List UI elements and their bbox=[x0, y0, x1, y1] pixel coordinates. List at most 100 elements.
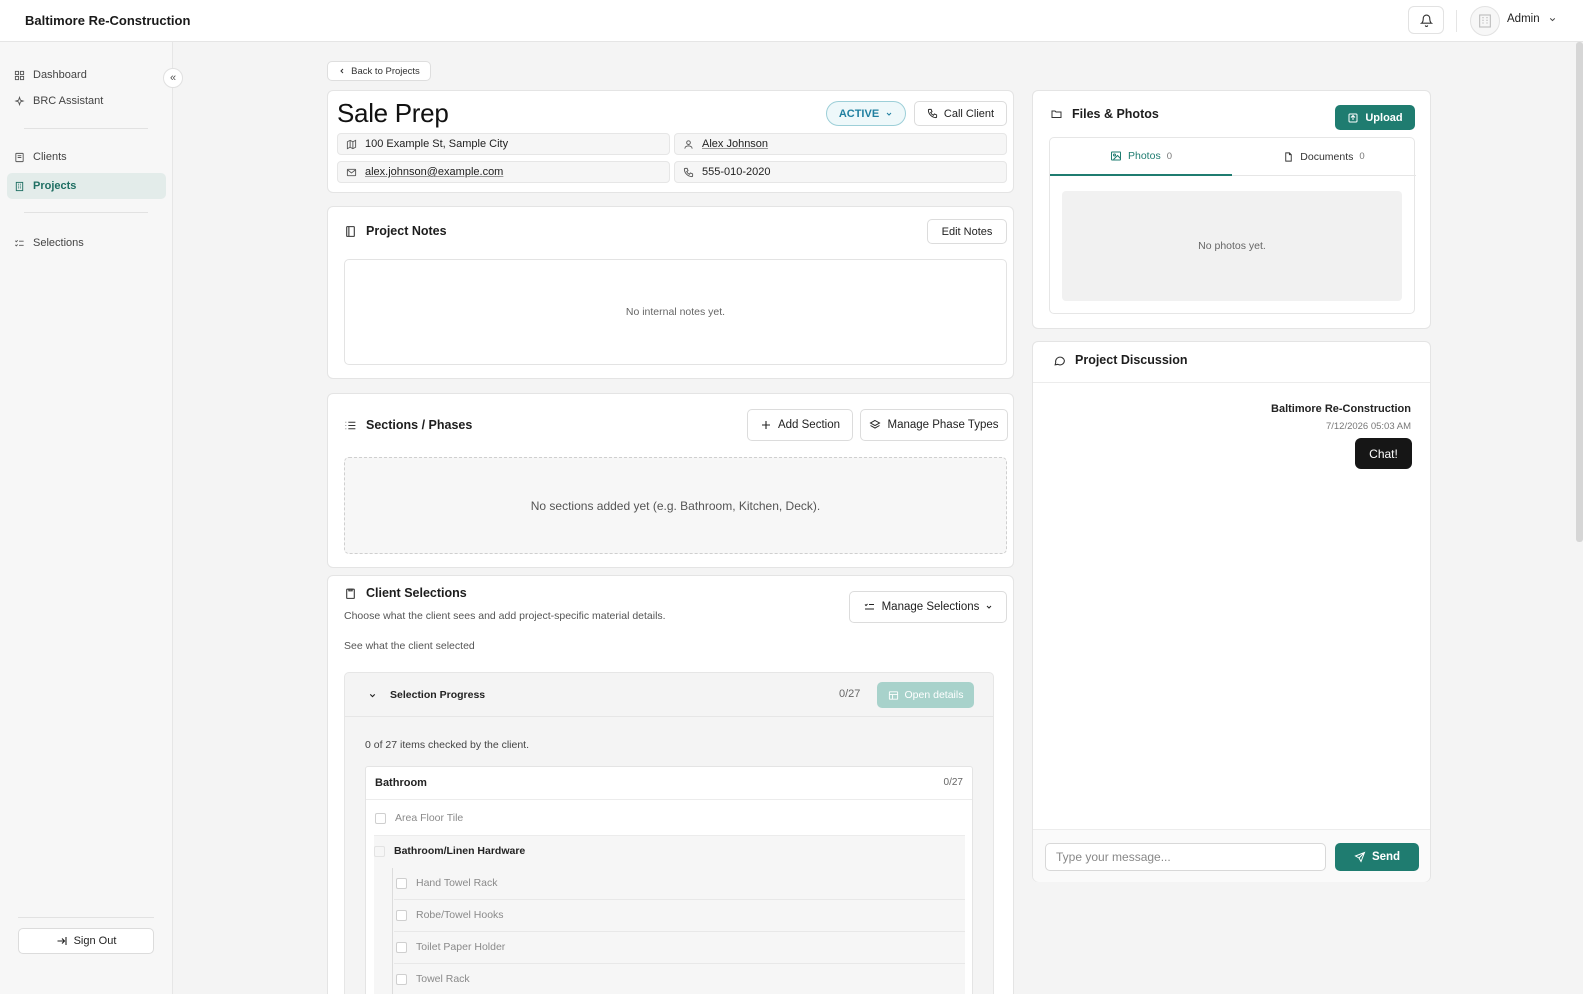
send-button[interactable]: Send bbox=[1335, 843, 1419, 871]
sidebar-item-projects[interactable]: Projects bbox=[7, 173, 166, 199]
tab-photos[interactable]: Photos 0 bbox=[1050, 138, 1232, 176]
phone-icon bbox=[927, 108, 938, 119]
scrollbar[interactable] bbox=[1576, 42, 1583, 542]
edit-notes-label: Edit Notes bbox=[941, 225, 993, 238]
upload-button[interactable]: Upload bbox=[1335, 105, 1415, 130]
checkbox[interactable] bbox=[374, 845, 385, 857]
message-input[interactable] bbox=[1045, 843, 1326, 871]
checkbox[interactable] bbox=[396, 973, 407, 985]
upload-icon bbox=[1348, 113, 1358, 122]
list-item[interactable]: Toilet Paper Holder bbox=[396, 941, 505, 953]
sidebar-item-brc-assistant[interactable]: BRC Assistant bbox=[7, 88, 166, 114]
selection-progress-header[interactable]: Selection Progress 0/27 Open details bbox=[345, 673, 993, 717]
chat-bubble: Chat! bbox=[1355, 438, 1412, 469]
chevron-left-icon bbox=[340, 68, 344, 74]
notebook-icon bbox=[346, 225, 355, 237]
checkbox[interactable] bbox=[396, 941, 407, 953]
sidebar-item-label: Selections bbox=[33, 237, 84, 249]
email-link[interactable]: alex.johnson@example.com bbox=[365, 166, 503, 178]
add-section-button[interactable]: Add Section bbox=[747, 409, 853, 441]
checkbox[interactable] bbox=[375, 812, 386, 824]
back-to-projects-button[interactable]: Back to Projects bbox=[327, 61, 431, 81]
sidebar-item-clients[interactable]: Clients bbox=[7, 144, 166, 170]
item-label: Towel Rack bbox=[416, 973, 470, 985]
open-details-button[interactable]: Open details bbox=[877, 682, 974, 708]
item-label: Bathroom/Linen Hardware bbox=[394, 845, 526, 857]
send-icon bbox=[1354, 851, 1366, 863]
grid-icon bbox=[14, 70, 25, 80]
sparkle-icon bbox=[14, 95, 25, 106]
files-photos-card: Files & Photos Upload Photos 0 Documents… bbox=[1032, 90, 1431, 329]
upload-label: Upload bbox=[1365, 111, 1403, 124]
files-title: Files & Photos bbox=[1072, 107, 1159, 121]
avatar[interactable] bbox=[1470, 6, 1500, 36]
divider bbox=[18, 917, 154, 918]
chevron-down-icon bbox=[1549, 17, 1555, 21]
tab-count: 0 bbox=[1166, 150, 1172, 162]
page-title: Sale Prep bbox=[337, 98, 449, 128]
checkbox[interactable] bbox=[396, 909, 407, 921]
see-selected-label: See what the client selected bbox=[344, 640, 475, 652]
section-title: Files & Photos bbox=[1050, 107, 1159, 121]
client-selections-card: Client Selections Choose what the client… bbox=[327, 575, 1014, 994]
collapse-sidebar-button[interactable]: « bbox=[163, 68, 183, 88]
section-title: Project Notes bbox=[344, 224, 447, 238]
send-label: Send bbox=[1371, 851, 1401, 863]
tree-line bbox=[392, 868, 393, 994]
selections-title: Client Selections bbox=[366, 586, 467, 600]
image-icon bbox=[1111, 151, 1121, 161]
client-name-link[interactable]: Alex Johnson bbox=[702, 138, 768, 150]
list-item[interactable]: Bathroom/Linen Hardware bbox=[374, 845, 525, 857]
item-label: Toilet Paper Holder bbox=[416, 941, 506, 953]
sign-out-button[interactable]: Sign Out bbox=[18, 928, 154, 954]
notifications-button[interactable] bbox=[1408, 6, 1444, 34]
files-panel: Photos 0 Documents 0 No photos yet. bbox=[1049, 137, 1416, 314]
call-client-button[interactable]: Call Client bbox=[914, 101, 1007, 126]
sidebar-item-label: BRC Assistant bbox=[33, 95, 104, 107]
user-menu[interactable]: Admin bbox=[1507, 13, 1557, 25]
building-icon bbox=[15, 181, 24, 191]
add-section-label: Add Section bbox=[777, 419, 840, 431]
sidebar-item-selections[interactable]: Selections bbox=[7, 230, 166, 256]
selection-progress-label: Selection Progress bbox=[390, 689, 486, 701]
phone-icon bbox=[683, 167, 694, 177]
manage-selections-button[interactable]: Manage Selections bbox=[849, 591, 1007, 623]
empty-message: No sections added yet (e.g. Bathroom, Ki… bbox=[530, 498, 821, 513]
divider bbox=[1456, 10, 1457, 32]
section-title: Sections / Phases bbox=[344, 418, 472, 432]
selection-progress-panel: Selection Progress 0/27 Open details 0 o… bbox=[344, 672, 994, 994]
manage-phase-types-button[interactable]: Manage Phase Types bbox=[860, 409, 1008, 441]
discussion-title: Project Discussion bbox=[1075, 353, 1188, 367]
address-value: 100 Example St, Sample City bbox=[365, 138, 509, 150]
list-item[interactable]: Towel Rack bbox=[396, 973, 470, 985]
message-composer: Send bbox=[1033, 829, 1430, 882]
sub-group-hardware: Bathroom/Linen Hardware Hand Towel Rack … bbox=[374, 835, 965, 994]
notes-title: Project Notes bbox=[366, 224, 447, 238]
list-item[interactable]: Area Floor Tile bbox=[375, 812, 463, 824]
list-item[interactable]: Robe/Towel Hooks bbox=[396, 909, 504, 921]
tab-label: Photos bbox=[1128, 150, 1161, 162]
edit-notes-button[interactable]: Edit Notes bbox=[927, 219, 1007, 244]
checkbox[interactable] bbox=[396, 877, 407, 889]
manage-selections-label: Manage Selections bbox=[881, 601, 980, 613]
list-item[interactable]: Hand Towel Rack bbox=[396, 877, 498, 889]
sign-out-icon bbox=[57, 937, 67, 945]
divider bbox=[394, 899, 965, 900]
client-field: Alex Johnson bbox=[674, 133, 1007, 155]
group-count: 0/27 bbox=[943, 777, 963, 788]
clipboard-icon bbox=[346, 588, 355, 599]
tab-documents[interactable]: Documents 0 bbox=[1232, 138, 1416, 176]
item-label: Hand Towel Rack bbox=[416, 877, 498, 889]
sliders-icon bbox=[864, 603, 874, 610]
divider bbox=[1033, 382, 1430, 383]
sections-card: Sections / Phases Add Section Manage Pha… bbox=[327, 393, 1014, 568]
sections-empty-state: No sections added yet (e.g. Bathroom, Ki… bbox=[344, 457, 1007, 554]
sidebar-item-dashboard[interactable]: Dashboard bbox=[7, 62, 166, 88]
group-name: Bathroom bbox=[375, 777, 427, 789]
item-label: Robe/Towel Hooks bbox=[416, 909, 504, 921]
project-notes-card: Project Notes Edit Notes No internal not… bbox=[327, 206, 1014, 379]
status-dropdown[interactable]: ACTIVE bbox=[826, 101, 906, 126]
message-time: 7/12/2026 05:03 AM bbox=[1325, 421, 1411, 432]
checked-summary: 0 of 27 items checked by the client. bbox=[365, 739, 530, 751]
sections-title: Sections / Phases bbox=[366, 418, 473, 432]
